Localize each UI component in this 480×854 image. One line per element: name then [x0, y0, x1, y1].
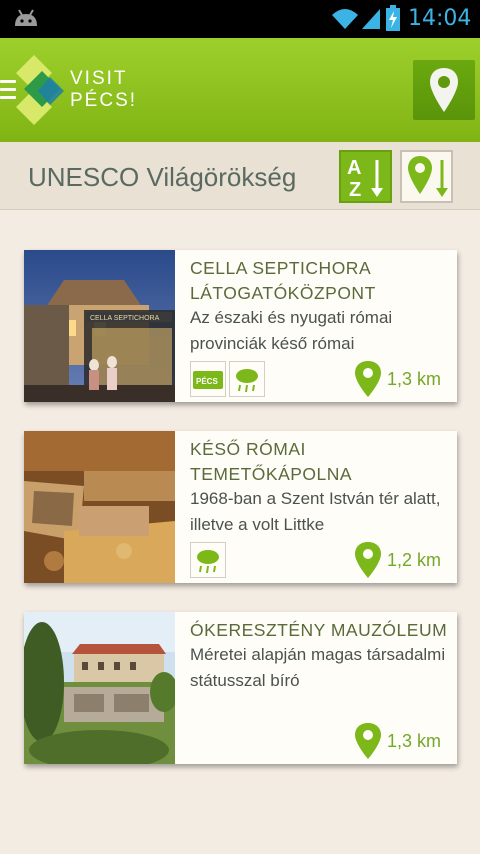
pecs-card-icon: PÉCS [193, 371, 223, 389]
weather-badge [190, 542, 226, 578]
clock: 14:04 [408, 6, 472, 31]
cella-septichora-photo: CELLA SEPTICHORA [24, 250, 175, 402]
card-title: CELLA SEPTICHORA LÁTOGATÓKÖZPONT [190, 258, 376, 303]
pecs-badge-text: PÉCS [196, 377, 218, 386]
pecs-card-badge: PÉCS [190, 361, 226, 397]
list-item-keso-romai-temetokapolna[interactable]: KÉSŐ RÓMAI TEMETŐKÁPOLNA 1968-ban a Szen… [24, 431, 457, 583]
photo-sign-text: CELLA SEPTICHORA [90, 315, 160, 322]
card-description: Az északi és nyugati római provinciák ké… [190, 308, 393, 353]
menu-icon[interactable] [0, 80, 16, 100]
page-title: UNESCO Világörökség [28, 162, 297, 192]
android-icon [15, 9, 37, 26]
logo-line-pecs: PÉCS! [70, 90, 138, 111]
distance-label: 1,2 km [387, 550, 442, 570]
map-location-button[interactable] [413, 60, 475, 120]
visit-pecs-logo-icon[interactable] [16, 55, 68, 125]
card-description: Méretei alapján magas társadalmi státuss… [190, 645, 446, 690]
sort-distance-button[interactable] [400, 150, 453, 203]
weather-icon [197, 550, 219, 574]
sort-alphabetical-button[interactable]: A Z [339, 150, 392, 203]
okeresztyen-mauzoleum-photo [24, 612, 175, 764]
list-item-cella-septichora[interactable]: CELLA SEPTICHORA CELLA SEPTICHORA LÁTOGA… [24, 250, 457, 402]
sort-az-icon: A Z [347, 157, 383, 201]
card-title: ÓKERESZTÉNY MAUZÓLEUM [190, 620, 448, 640]
svg-text:A: A [347, 157, 361, 179]
card-title: KÉSŐ RÓMAI TEMETŐKÁPOLNA [190, 439, 353, 484]
logo-line-visit: VISIT [70, 68, 128, 89]
logo-text: VISIT PÉCS! [70, 68, 137, 112]
sort-distance-icon [408, 156, 448, 197]
signal-icon [362, 9, 380, 29]
weather-badge [229, 361, 265, 397]
distance-pin-icon [355, 723, 381, 759]
battery-charging-icon [386, 5, 400, 31]
status-bar: 14:04 [0, 0, 480, 38]
wifi-icon [332, 9, 358, 29]
distance-label: 1,3 km [387, 369, 442, 389]
distance-pin-icon [355, 361, 381, 397]
distance-label: 1,3 km [387, 731, 442, 751]
list-item-okeresztyen-mauzoleum[interactable]: ÓKERESZTÉNY MAUZÓLEUM Méretei alapján ma… [24, 612, 457, 764]
keso-romai-temetokapolna-photo [24, 431, 175, 583]
card-description: 1968-ban a Szent István tér alatt, illet… [190, 489, 441, 534]
map-pin-icon [430, 68, 458, 112]
weather-icon [236, 369, 258, 393]
svg-text:Z: Z [349, 179, 361, 201]
distance-pin-icon [355, 542, 381, 578]
